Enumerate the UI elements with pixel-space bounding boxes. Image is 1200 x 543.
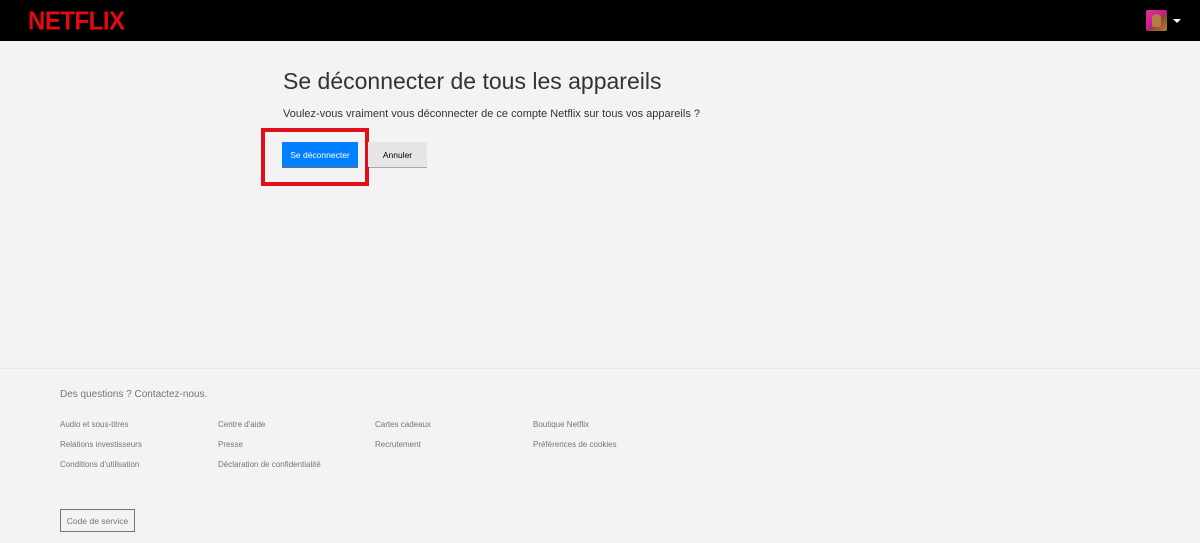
confirmation-question: Voulez-vous vraiment vous déconnecter de… <box>283 108 700 120</box>
cancel-button[interactable]: Annuler <box>368 142 427 167</box>
footer-link-gift-cards[interactable]: Cartes cadeaux <box>375 420 431 429</box>
service-code-button[interactable]: Code de service <box>60 509 135 532</box>
footer-link-terms-of-use[interactable]: Conditions d'utilisation <box>60 460 139 469</box>
footer-link-privacy[interactable]: Déclaration de confidentialité <box>218 460 321 469</box>
signout-panel: Se déconnecter de tous les appareils Vou… <box>283 66 983 120</box>
footer-link-cookie-preferences[interactable]: Préférences de cookies <box>533 440 617 449</box>
profile-avatar-icon[interactable] <box>1146 10 1167 31</box>
footer-contact-link[interactable]: Des questions ? Contactez-nous. <box>60 389 207 400</box>
footer-link-investor-relations[interactable]: Relations investisseurs <box>60 440 142 449</box>
footer-link-help-center[interactable]: Centre d'aide <box>218 420 265 429</box>
profile-menu[interactable] <box>1146 10 1181 31</box>
top-header: NETFLIX <box>0 0 1200 41</box>
page-title: Se déconnecter de tous les appareils <box>283 68 662 94</box>
footer-link-audio-subtitles[interactable]: Audio et sous-titres <box>60 420 128 429</box>
footer-link-shop[interactable]: Boutique Netflix <box>533 420 589 429</box>
footer-link-jobs[interactable]: Recrutement <box>375 440 421 449</box>
caret-down-icon[interactable] <box>1173 18 1181 23</box>
signout-button[interactable]: Se déconnecter <box>282 142 358 167</box>
footer-divider <box>0 368 1200 369</box>
netflix-logo[interactable]: NETFLIX <box>28 7 125 37</box>
footer-link-press[interactable]: Presse <box>218 440 243 449</box>
